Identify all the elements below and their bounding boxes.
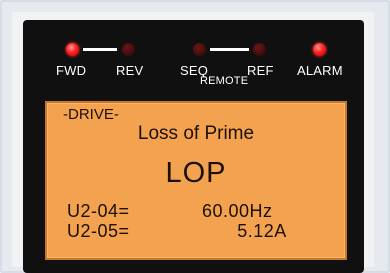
ref-led-icon: [253, 43, 266, 56]
ref-label: REF: [247, 63, 274, 78]
drive-mode-text: -DRIVE-: [63, 106, 119, 123]
keypad-display-widget: FWD REV SEQ REF REMOTE ALARM -DRIVE- Los…: [0, 0, 390, 273]
rev-led-icon: [122, 43, 135, 56]
fault-code-text: LOP: [165, 157, 227, 189]
seq-led-icon: [193, 43, 206, 56]
monitor-label-u2-05: U2-05=: [67, 221, 130, 241]
fwd-rev-link-bar: [83, 48, 117, 51]
alarm-led-icon: [313, 43, 326, 56]
monitor-label-u2-04: U2-04=: [67, 201, 130, 221]
alarm-label: ALARM: [297, 63, 343, 78]
fault-name-text: Loss of Prime: [137, 123, 255, 144]
fwd-label: FWD: [56, 63, 87, 78]
monitor-value-u2-04: 60.00Hz: [202, 201, 273, 221]
rev-label: REV: [116, 63, 144, 78]
remote-label: REMOTE: [200, 75, 249, 87]
lcd-screen: -DRIVE- Loss of Prime LOP U2-04= 60.00Hz…: [45, 101, 347, 260]
monitor-value-u2-05: 5.12A: [237, 221, 287, 241]
fwd-led-icon: [66, 43, 79, 56]
seq-ref-link-bar: [210, 48, 249, 51]
